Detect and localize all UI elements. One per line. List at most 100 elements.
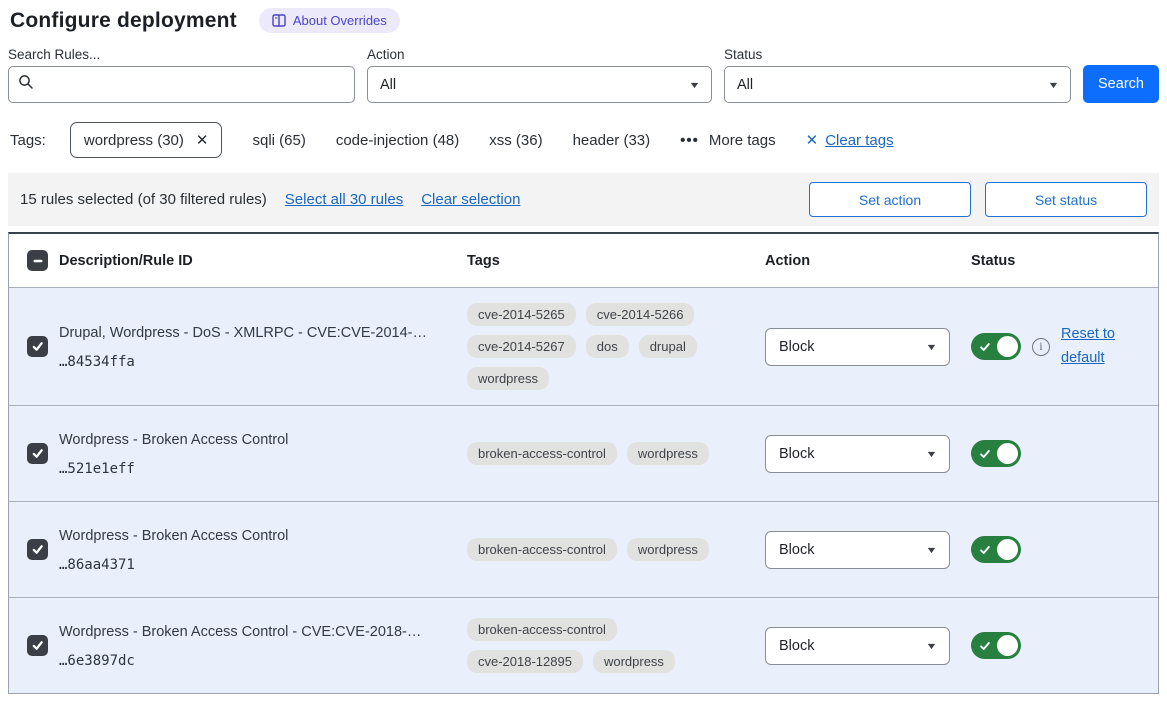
column-header-status: Status [961,253,1158,269]
action-filter-label: Action [367,47,712,62]
select-all-checkbox[interactable] [27,250,48,271]
rule-status-toggle[interactable] [971,536,1021,563]
rule-tag: cve-2014-5266 [586,303,695,326]
rule-action-value: Block [779,638,814,654]
table-body: Drupal, Wordpress - DoS - XMLRPC - CVE:C… [9,287,1158,693]
set-status-button[interactable]: Set status [985,182,1147,217]
rule-tags: broken-access-control wordpress [467,538,739,561]
tag-item-header[interactable]: header (33) [573,132,651,149]
rule-description: Wordpress - Broken Access Control [59,430,457,450]
rule-tag: drupal [639,335,697,358]
table-row: Wordpress - Broken Access Control …521e1… [9,405,1158,501]
rule-action-value: Block [779,446,814,462]
rule-tag: dos [586,335,629,358]
check-icon [31,340,44,353]
toggle-knob [997,635,1018,656]
remove-tag-icon[interactable]: ✕ [196,131,209,149]
rule-tag: broken-access-control [467,442,617,465]
rule-action-select[interactable]: Block ▼ [765,435,950,473]
info-icon[interactable]: i [1032,338,1050,356]
more-tags-label: More tags [709,132,776,149]
rule-id: …6e3897dc [59,653,457,669]
tag-item-code-injection[interactable]: code-injection (48) [336,132,459,149]
check-icon [31,639,44,652]
reset-default-link[interactable]: Reset to default [1061,323,1127,371]
tag-item-sqli[interactable]: sqli (65) [252,132,305,149]
toggle-knob [997,539,1018,560]
check-icon [979,341,991,353]
table-row: Wordpress - Broken Access Control - CVE:… [9,597,1158,693]
check-icon [979,544,991,556]
rule-action-select[interactable]: Block ▼ [765,531,950,569]
action-filter-value: All [380,77,396,93]
clear-tags-link[interactable]: ✕ Clear tags [806,131,894,149]
filters-bar: Search Rules... Action All ▼ Status All … [8,47,1159,103]
rule-status-toggle[interactable] [971,333,1021,360]
rule-tags: broken-access-control cve-2018-12895 wordp… [467,618,739,673]
table-header-row: Description/Rule ID Tags Action Status [9,234,1158,287]
more-tags-button[interactable]: ••• More tags [680,132,775,149]
search-button[interactable]: Search [1083,65,1159,103]
minus-icon [32,255,44,267]
ellipsis-icon: ••• [680,132,699,149]
row-checkbox[interactable] [27,336,48,357]
toggle-knob [997,336,1018,357]
column-header-action: Action [753,253,961,269]
column-header-tags: Tags [457,253,753,269]
table-row: Wordpress - Broken Access Control …86aa4… [9,501,1158,597]
tags-bar: Tags: wordpress (30) ✕ sqli (65) code-in… [10,122,1159,158]
rule-tags: broken-access-control wordpress [467,442,739,465]
rule-action-select[interactable]: Block ▼ [765,627,950,665]
action-filter-select[interactable]: All ▼ [367,66,712,103]
row-checkbox[interactable] [27,635,48,656]
status-filter-select[interactable]: All ▼ [724,66,1071,103]
check-icon [31,543,44,556]
rule-status-toggle[interactable] [971,440,1021,467]
chevron-down-icon: ▼ [1047,80,1059,90]
search-input[interactable] [41,76,345,94]
selection-bar: 15 rules selected (of 30 filtered rules)… [8,173,1159,226]
tag-item-xss[interactable]: xss (36) [489,132,542,149]
rule-tag: cve-2014-5265 [467,303,576,326]
toggle-knob [997,443,1018,464]
rule-tags: cve-2014-5265 cve-2014-5266 cve-2014-5267 d… [467,303,739,390]
about-overrides-badge[interactable]: About Overrides [259,8,400,33]
rule-description: Wordpress - Broken Access Control [59,526,457,546]
column-header-description: Description/Rule ID [59,253,457,269]
page-title: Configure deployment [10,9,237,33]
check-icon [979,640,991,652]
set-action-button[interactable]: Set action [809,182,971,217]
rule-id: …521e1eff [59,461,457,477]
select-all-link[interactable]: Select all 30 rules [285,191,403,208]
row-checkbox[interactable] [27,539,48,560]
rule-tag: wordpress [627,442,709,465]
rule-tag: cve-2018-12895 [467,650,583,673]
chevron-down-icon: ▼ [925,342,937,352]
search-input-container [8,66,355,103]
status-filter-value: All [737,77,753,93]
chevron-down-icon: ▼ [925,449,937,459]
search-icon [18,74,34,95]
check-icon [31,447,44,460]
rule-action-select[interactable]: Block ▼ [765,328,950,366]
chevron-down-icon: ▼ [688,80,700,90]
rule-action-value: Block [779,339,814,355]
rule-tag: cve-2014-5267 [467,335,576,358]
rule-description: Drupal, Wordpress - DoS - XMLRPC - CVE:C… [59,323,457,343]
book-icon [272,14,286,27]
rule-description: Wordpress - Broken Access Control - CVE:… [59,622,457,642]
rule-tag: wordpress [627,538,709,561]
selected-tag-label: wordpress (30) [84,132,184,149]
clear-tags-label: Clear tags [825,132,893,149]
rule-tag: wordpress [593,650,675,673]
rule-tag: broken-access-control [467,618,617,641]
about-overrides-label: About Overrides [293,13,387,28]
selected-tag-chip[interactable]: wordpress (30) ✕ [70,122,223,158]
row-checkbox[interactable] [27,443,48,464]
rule-tag: wordpress [467,367,549,390]
clear-selection-link[interactable]: Clear selection [421,191,520,208]
rule-status-toggle[interactable] [971,632,1021,659]
chevron-down-icon: ▼ [925,641,937,651]
rule-tag: broken-access-control [467,538,617,561]
search-rules-label: Search Rules... [8,47,355,62]
